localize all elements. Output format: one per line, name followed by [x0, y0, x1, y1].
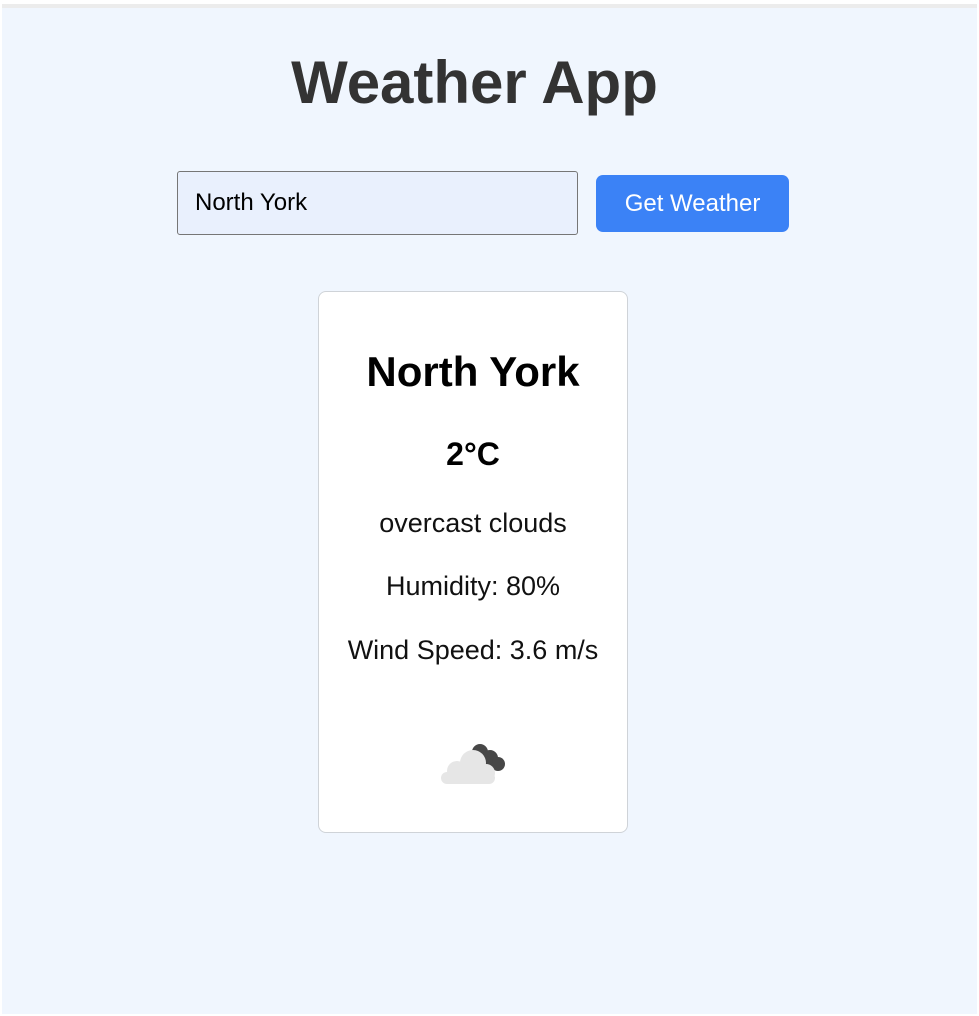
app-title: Weather App — [291, 49, 658, 116]
weather-wind-speed: Wind Speed: 3.6 m/s — [347, 635, 599, 665]
get-weather-button[interactable]: Get Weather — [596, 175, 789, 232]
weather-description: overcast clouds — [379, 508, 567, 538]
city-search-input[interactable] — [177, 171, 578, 235]
overcast-clouds-icon — [441, 744, 505, 784]
weather-humidity: Humidity: 80% — [385, 571, 561, 601]
weather-city-name: North York — [366, 348, 580, 395]
weather-card: North York 2°C overcast clouds Humidity:… — [318, 291, 628, 833]
weather-temperature: 2°C — [446, 436, 500, 472]
page-frame: Weather App Get Weather North York 2°C o… — [2, 4, 977, 1014]
